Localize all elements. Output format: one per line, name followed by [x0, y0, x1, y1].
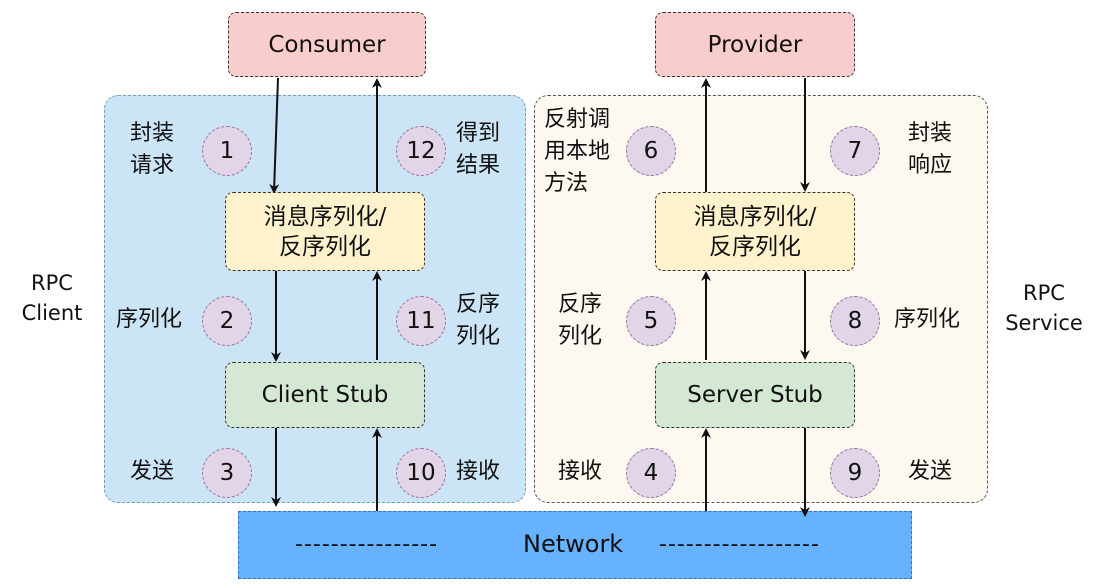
- flow-arrows: [269, 77, 810, 517]
- step-4-label: 接收: [558, 459, 603, 484]
- step-9-label: 发送: [908, 459, 953, 484]
- step-5-circle: 5: [626, 296, 676, 346]
- step-11-label: 反序 列化: [456, 292, 501, 349]
- step-1-label: 封装 请求: [130, 121, 175, 178]
- consumer-box: Consumer: [228, 12, 426, 77]
- arrow-consumer-to-msg: [269, 77, 280, 194]
- step-8-circle: 8: [830, 296, 880, 346]
- step-3-label: 发送: [130, 459, 175, 484]
- step-3-circle: 3: [202, 448, 252, 498]
- step-10-circle: 10: [396, 448, 446, 498]
- step-1-circle: 1: [202, 126, 252, 176]
- step-11-circle: 11: [396, 296, 446, 346]
- step-7-label: 封装 响应: [908, 121, 953, 178]
- client-stub-box: Client Stub: [225, 362, 425, 428]
- step-12-label: 得到 结果: [456, 121, 501, 178]
- step-2-circle: 2: [202, 296, 252, 346]
- server-stub-box: Server Stub: [655, 362, 855, 428]
- rpc-client-label: RPC Client: [21, 271, 83, 325]
- step-7-circle: 7: [830, 126, 880, 176]
- step-8-label: 序列化: [894, 307, 961, 332]
- client-serialization-box: 消息序列化/ 反序列化: [225, 192, 425, 271]
- step-6-label: 反射调 用本地 方法: [544, 107, 611, 196]
- step-9-circle: 9: [830, 448, 880, 498]
- step-4-circle: 4: [626, 448, 676, 498]
- server-serialization-box: 消息序列化/ 反序列化: [655, 192, 855, 271]
- step-5-label: 反序 列化: [558, 292, 603, 349]
- rpc-service-label: RPC Service: [1005, 281, 1083, 335]
- provider-box: Provider: [655, 12, 855, 77]
- step-2-label: 序列化: [116, 307, 183, 332]
- step-12-circle: 12: [396, 126, 446, 176]
- step-10-label: 接收: [456, 459, 501, 484]
- step-6-circle: 6: [626, 126, 676, 176]
